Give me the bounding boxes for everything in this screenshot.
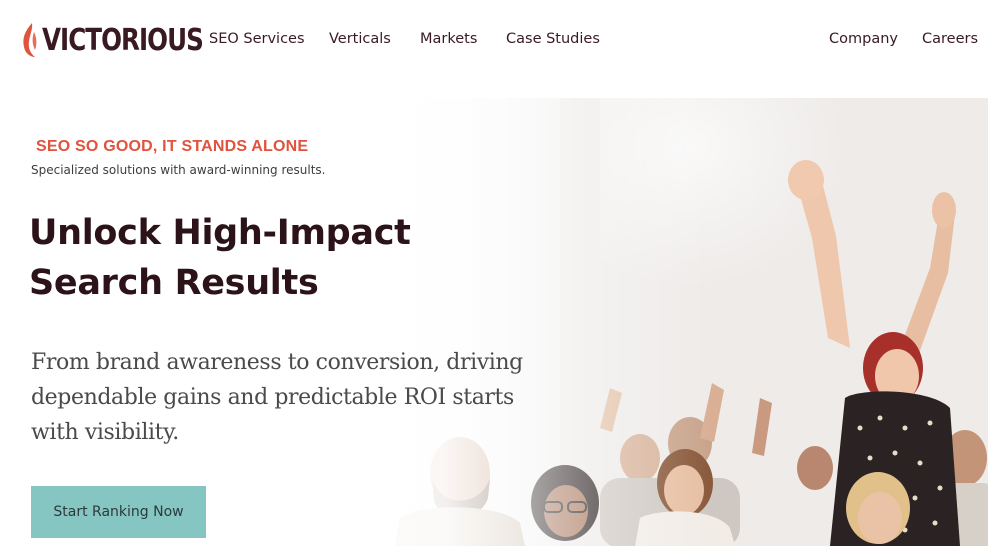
hero-eyebrow: SEO SO GOOD, IT STANDS ALONE — [36, 138, 309, 155]
start-ranking-now-button[interactable]: Start Ranking Now — [31, 486, 206, 538]
nav-verticals[interactable]: Verticals — [329, 31, 391, 47]
nav-careers[interactable]: Careers — [922, 31, 978, 47]
hero-subline: Specialized solutions with award-winning… — [31, 163, 326, 177]
logo-wordmark: VICTORIOUS — [42, 22, 204, 58]
nav-company[interactable]: Company — [829, 31, 898, 47]
nav-seo-services[interactable]: SEO Services — [209, 31, 305, 47]
nav-markets[interactable]: Markets — [420, 31, 477, 47]
victorious-logo[interactable]: VICTORIOUS — [22, 20, 238, 60]
hero-section: SEO SO GOOD, IT STANDS ALONE Specialized… — [0, 98, 988, 546]
nav-case-studies[interactable]: Case Studies — [506, 31, 600, 47]
flame-logo-icon — [23, 23, 37, 57]
hero-headline: Unlock High-Impact Search Results — [29, 213, 411, 303]
top-navigation: VICTORIOUS SEO Services Verticals Market… — [0, 0, 988, 98]
hero-body-copy: From brand awareness to conversion, driv… — [31, 350, 523, 445]
